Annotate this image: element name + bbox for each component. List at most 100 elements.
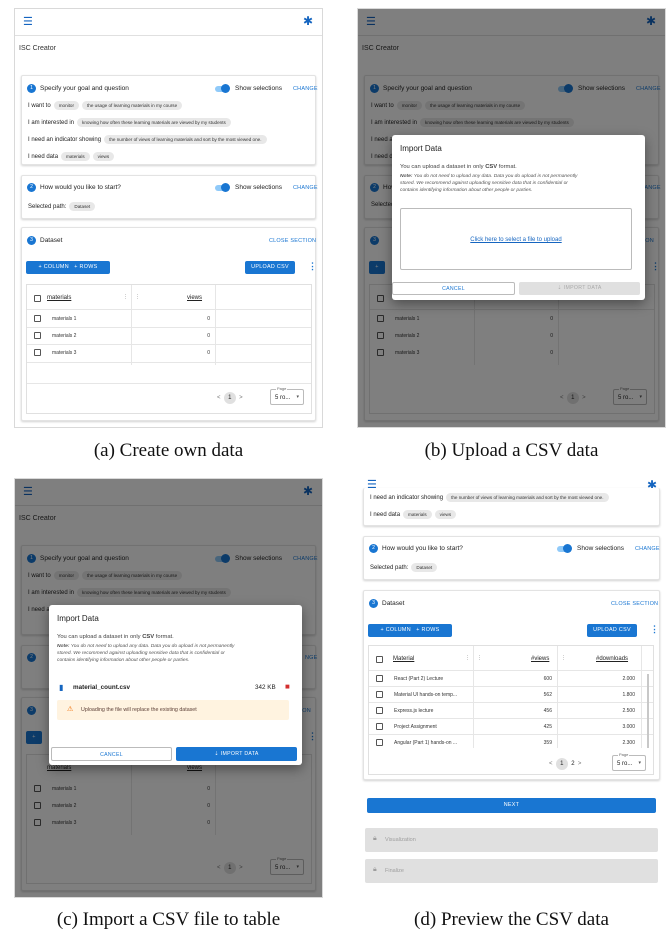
- row-divider: [369, 734, 653, 735]
- table-cell[interactable]: 3.000: [563, 724, 635, 730]
- select-all-checkbox[interactable]: [376, 656, 383, 663]
- table-cell[interactable]: 1.800: [563, 692, 635, 698]
- menu-icon[interactable]: ☰: [23, 17, 33, 28]
- add-rows-label[interactable]: + ROWS: [74, 264, 97, 270]
- step-number: 2: [369, 544, 378, 553]
- start-title: How would you like to start?: [382, 545, 463, 552]
- chip[interactable]: materials: [61, 152, 90, 161]
- table-cell[interactable]: 562: [479, 692, 552, 698]
- visualization-step: 🔒︎ Visualization: [365, 828, 658, 852]
- change-button[interactable]: CHANGE: [635, 546, 660, 552]
- gear-icon[interactable]: ✱: [303, 15, 313, 27]
- upload-csv-button[interactable]: UPLOAD CSV: [587, 624, 637, 637]
- chip[interactable]: Dataset: [411, 563, 438, 572]
- column-divider: [131, 285, 132, 365]
- column-menu-icon[interactable]: ⋮: [465, 655, 470, 661]
- change-button[interactable]: CHANGE: [293, 86, 318, 92]
- chip[interactable]: monitor: [53, 101, 80, 110]
- table-cell[interactable]: 359: [479, 740, 552, 746]
- more-options-icon[interactable]: ⋮: [650, 624, 659, 635]
- page-1-button[interactable]: 1: [555, 758, 568, 770]
- row-label: I need an indicator showing: [370, 495, 444, 502]
- close-section-button[interactable]: CLOSE SECTION: [611, 601, 658, 607]
- column-menu-icon[interactable]: ⋮: [561, 655, 566, 661]
- file-drop-zone[interactable]: Click here to select a file to upload: [400, 208, 632, 270]
- goal-title: Specify your goal and question: [40, 85, 129, 92]
- add-column-rows-button[interactable]: + COLUMN + ROWS: [26, 261, 110, 274]
- dialog-note: Note: You do not need to upload any data…: [57, 644, 297, 664]
- column-header[interactable]: views: [187, 295, 202, 301]
- select-file-link[interactable]: Click here to select a file to upload: [401, 237, 631, 243]
- page-1-button[interactable]: 1: [223, 392, 236, 404]
- table-cell[interactable]: 425: [479, 724, 552, 730]
- close-section-button[interactable]: CLOSE SECTION: [269, 238, 316, 244]
- chip[interactable]: knowing how often these learning materia…: [77, 118, 231, 127]
- show-selections-label: Show selections: [235, 85, 282, 92]
- table-cell[interactable]: materials 2: [52, 333, 76, 339]
- column-divider: [215, 285, 216, 365]
- more-options-icon[interactable]: ⋮: [308, 261, 317, 272]
- chip[interactable]: materials: [403, 510, 432, 519]
- column-header[interactable]: #downloads: [596, 656, 628, 662]
- row-checkbox[interactable]: [34, 349, 41, 356]
- table-cell[interactable]: 0: [137, 316, 210, 322]
- chip[interactable]: the number of views of learning material…: [446, 493, 609, 502]
- table-cell[interactable]: Express.js lecture: [394, 708, 433, 714]
- row-checkbox[interactable]: [376, 739, 383, 746]
- table-cell[interactable]: Material UI hands-on temp...: [394, 692, 457, 698]
- upload-csv-button[interactable]: UPLOAD CSV: [245, 261, 295, 274]
- scrollbar[interactable]: [647, 674, 649, 748]
- add-column-rows-button[interactable]: + COLUMN + ROWS: [368, 624, 452, 637]
- show-selections-toggle[interactable]: [215, 183, 230, 192]
- cancel-button[interactable]: CANCEL: [51, 747, 172, 761]
- table-cell[interactable]: Project Assignment: [394, 724, 437, 730]
- table-cell[interactable]: React (Part 2) Lecture: [394, 676, 443, 682]
- delete-icon[interactable]: ■: [285, 682, 290, 691]
- select-all-checkbox[interactable]: [34, 295, 41, 302]
- step-number: 2: [27, 183, 36, 192]
- page-2-button[interactable]: 2: [571, 761, 574, 767]
- note-line: You do not need to upload any data. Data…: [413, 174, 578, 179]
- row-checkbox[interactable]: [376, 707, 383, 714]
- chip[interactable]: views: [92, 152, 115, 161]
- chip[interactable]: Dataset: [69, 202, 96, 211]
- column-header[interactable]: #views: [531, 656, 549, 662]
- add-column-label[interactable]: + COLUMN: [38, 264, 68, 270]
- table-cell[interactable]: materials 1: [52, 316, 76, 322]
- row-checkbox[interactable]: [376, 723, 383, 730]
- table-cell[interactable]: 0: [137, 333, 210, 339]
- column-menu-icon[interactable]: ⋮: [135, 294, 140, 300]
- table-cell[interactable]: Angular (Part 1) hands-on ...: [394, 740, 457, 746]
- show-selections-toggle[interactable]: [557, 544, 572, 553]
- next-button[interactable]: NEXT: [367, 798, 656, 813]
- page-size-select[interactable]: Page 5 ro... ▾: [270, 386, 304, 405]
- row-checkbox[interactable]: [376, 675, 383, 682]
- row-checkbox[interactable]: [376, 691, 383, 698]
- table-cell[interactable]: 2.300: [563, 740, 635, 746]
- import-data-button[interactable]: ⇣ IMPORT DATA: [176, 747, 297, 761]
- add-column-label[interactable]: + COLUMN: [380, 627, 410, 633]
- table-cell[interactable]: 2.000: [563, 676, 635, 682]
- start-card: 2 How would you like to start? Show sele…: [21, 175, 318, 219]
- change-button[interactable]: CHANGE: [293, 185, 318, 191]
- cancel-button[interactable]: CANCEL: [392, 282, 515, 295]
- column-header[interactable]: materials: [47, 295, 71, 301]
- import-data-button[interactable]: ⇣ IMPORT DATA: [519, 282, 640, 295]
- column-menu-icon[interactable]: ⋮: [477, 655, 482, 661]
- chip[interactable]: the usage of learning materials in my co…: [82, 101, 183, 110]
- add-rows-label[interactable]: + ROWS: [416, 627, 439, 633]
- row-checkbox[interactable]: [34, 332, 41, 339]
- table-cell[interactable]: 456: [479, 708, 552, 714]
- show-selections-toggle[interactable]: [215, 84, 230, 93]
- chip[interactable]: the number of views of learning material…: [104, 135, 267, 144]
- row-checkbox[interactable]: [34, 315, 41, 322]
- chip[interactable]: views: [434, 510, 457, 519]
- table-cell[interactable]: materials 3: [52, 350, 76, 356]
- table-cell[interactable]: 2.500: [563, 708, 635, 714]
- column-menu-icon[interactable]: ⋮: [123, 294, 128, 300]
- table-cell[interactable]: 600: [479, 676, 552, 682]
- note-line: stored. We recommend against uploading s…: [57, 650, 225, 656]
- column-header[interactable]: Material: [393, 656, 414, 662]
- table-cell[interactable]: 0: [137, 350, 210, 356]
- page-size-select[interactable]: Page 5 ro... ▾: [612, 752, 646, 771]
